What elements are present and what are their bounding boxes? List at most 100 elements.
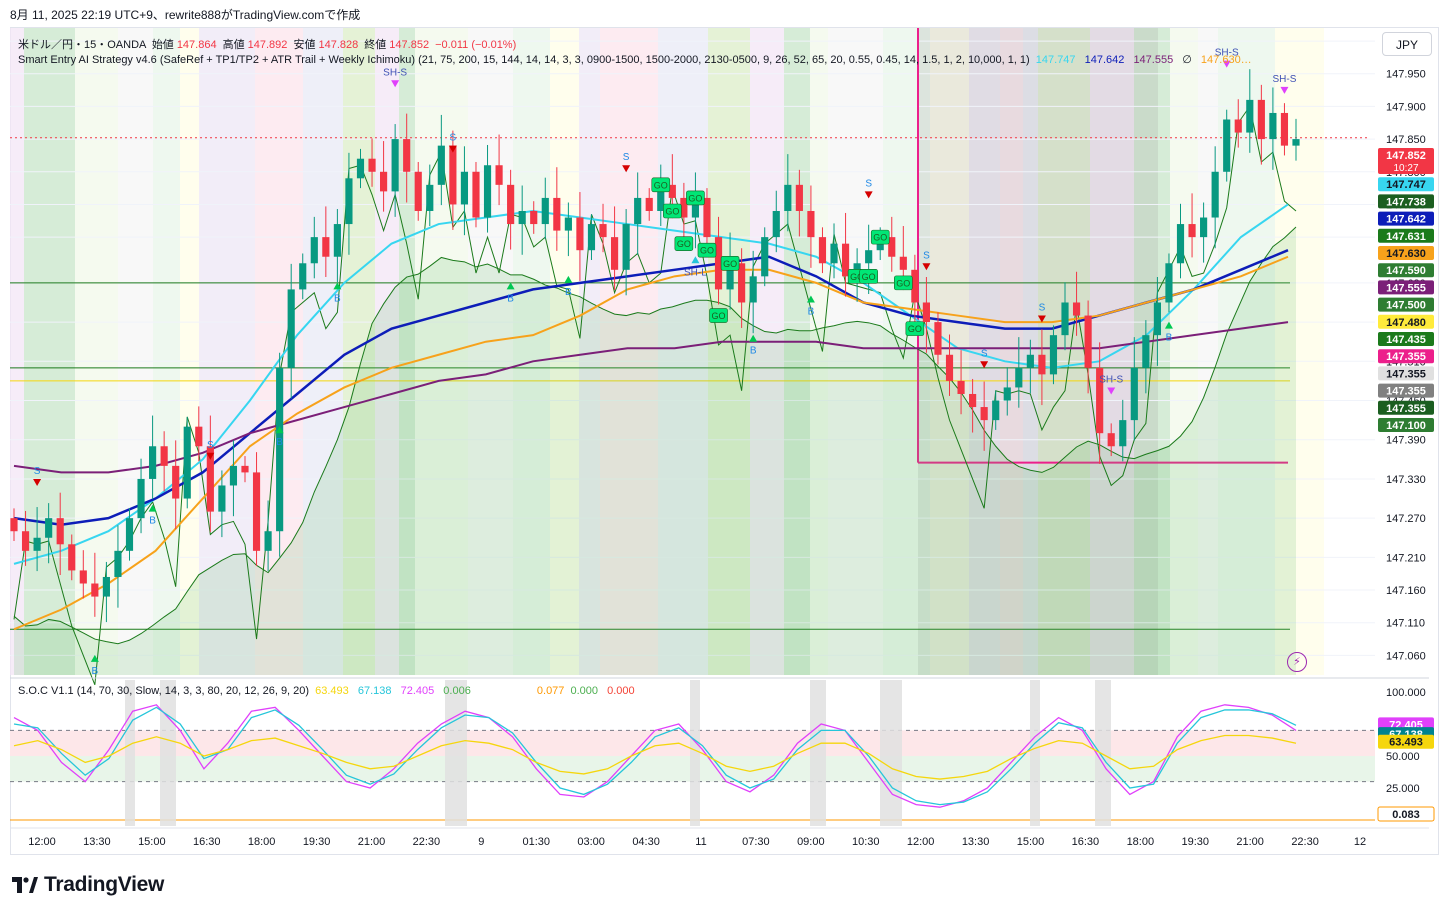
candle-body <box>391 139 399 192</box>
signal-label: S <box>450 133 457 144</box>
price-label: 147.480 <box>1378 314 1434 329</box>
candle-body <box>564 217 572 231</box>
candle-body <box>634 197 642 225</box>
price-label-text: 147.642 <box>1386 214 1426 226</box>
session-stripe <box>10 28 24 675</box>
osc-value-4: 0.006 <box>443 685 471 697</box>
candle-body <box>287 289 295 368</box>
candle-body <box>1119 420 1127 447</box>
currency-button[interactable]: JPY <box>1382 32 1432 56</box>
price-label-text: 147.852 <box>1386 150 1426 162</box>
go-badge-text: GO <box>654 180 668 190</box>
candle-body <box>1026 354 1034 368</box>
signal-label: B <box>507 293 514 304</box>
go-badge[interactable]: GO <box>870 229 890 245</box>
go-badge[interactable]: GO <box>686 190 705 206</box>
candle-body <box>1061 302 1069 336</box>
price-label: 147.738 <box>1378 194 1434 209</box>
candle-body <box>1003 387 1011 401</box>
oscillator-legend[interactable]: S.O.C V1.1 (14, 70, 30, Slow, 14, 3, 3, … <box>18 685 638 697</box>
tradingview-logo[interactable]: TradingView <box>12 873 164 897</box>
candle-body <box>333 224 341 257</box>
candle-body <box>761 237 769 277</box>
candle-body <box>865 250 873 264</box>
chart-canvas[interactable]: SBBS BBSH-SSBBSSH-LBBSSSSSH-SBSH-SSH-SGOG… <box>0 0 1449 915</box>
time-tick: 22:30 <box>1291 836 1319 848</box>
go-badge[interactable]: GO <box>697 242 717 258</box>
time-tick: 13:30 <box>83 836 111 848</box>
candle-body <box>241 465 249 473</box>
signal-label: B <box>750 346 757 357</box>
osc-highlight-bar <box>810 680 826 826</box>
go-badge-text: GO <box>665 206 679 216</box>
strategy-legend[interactable]: Smart Entry AI Strategy v4.6 (SafeRef + … <box>18 53 1255 66</box>
candle-body <box>1234 119 1242 133</box>
candle-body <box>1142 335 1150 368</box>
candle-body <box>264 531 272 551</box>
brand-name: TradingView <box>44 873 165 896</box>
candle-body <box>368 158 376 172</box>
osc-highlight-bar <box>690 680 700 826</box>
time-tick: 13:30 <box>962 836 990 848</box>
candle-body <box>137 478 145 519</box>
osc-highlight-bar <box>160 680 176 826</box>
candle-body <box>460 171 469 205</box>
price-tick: 147.850 <box>1386 134 1426 146</box>
price-label: 147.100 <box>1378 418 1434 432</box>
candle-body <box>610 237 619 270</box>
signal-label: SH-L <box>684 267 707 278</box>
osc-label: 0.083 <box>1377 806 1435 822</box>
price-label: 147.435 <box>1378 332 1434 346</box>
strategy-title: Smart Entry AI Strategy v4.6 (SafeRef + … <box>18 54 1030 66</box>
go-badge[interactable]: GO <box>720 255 740 271</box>
candle-body <box>1072 302 1081 316</box>
time-tick: 07:30 <box>742 836 770 848</box>
session-stripe <box>118 28 153 675</box>
strategy-value-3: 147.555 <box>1133 54 1174 66</box>
go-badge-text: GO <box>677 239 691 249</box>
candle-body <box>403 139 411 172</box>
candle <box>276 352 284 557</box>
candle-body <box>426 184 434 211</box>
time-tick: 12:00 <box>907 836 935 848</box>
candle-body <box>749 276 757 303</box>
signal-label: SH-S <box>383 67 407 78</box>
price-label-text: 147.555 <box>1386 282 1426 294</box>
go-badge[interactable]: GO <box>709 308 728 323</box>
candle-body <box>807 210 815 238</box>
go-badge-text: GO <box>700 246 714 256</box>
candle-body <box>322 237 330 257</box>
candle-body <box>68 544 76 571</box>
price-label-text: 147.355 <box>1386 368 1426 380</box>
osc-value-2: 67.138 <box>357 685 392 697</box>
signal-label: S <box>623 152 630 163</box>
osc-highlight-bar <box>125 680 135 826</box>
candle-body <box>1049 335 1058 375</box>
candle-body <box>969 393 977 408</box>
candle-body <box>992 400 1000 421</box>
session-stripe <box>24 28 75 675</box>
price-label: 147.630 <box>1378 246 1434 260</box>
candle-body <box>472 171 480 218</box>
go-badge[interactable]: GO <box>859 269 878 284</box>
go-badge[interactable]: GO <box>651 177 671 193</box>
candle-body <box>45 518 53 538</box>
price-label: 147.747 <box>1378 177 1434 192</box>
osc-value-6: 0.000 <box>570 685 599 697</box>
time-tick: 09:00 <box>797 836 825 848</box>
time-tick: 18:00 <box>248 836 276 848</box>
candle-body <box>1176 224 1185 264</box>
go-badge[interactable]: GO <box>674 236 694 251</box>
go-badge[interactable]: GO <box>905 321 925 336</box>
go-badge[interactable]: GO <box>663 203 682 219</box>
candle-body <box>530 210 538 225</box>
candle-body <box>1257 99 1265 140</box>
signal-label: S <box>865 178 872 189</box>
price-label-text: 147.355 <box>1386 386 1426 398</box>
lightning-icon[interactable]: ⚡ <box>1287 652 1307 672</box>
symbol-legend[interactable]: 米ドル／円・15・OANDA 始値 147.864 高値 147.892 安値 147… <box>18 36 519 52</box>
signal-label: B <box>334 293 341 304</box>
go-badge[interactable]: GO <box>894 275 913 291</box>
price-label: 147.555 <box>1378 280 1434 295</box>
price-tick: 147.390 <box>1386 435 1426 447</box>
